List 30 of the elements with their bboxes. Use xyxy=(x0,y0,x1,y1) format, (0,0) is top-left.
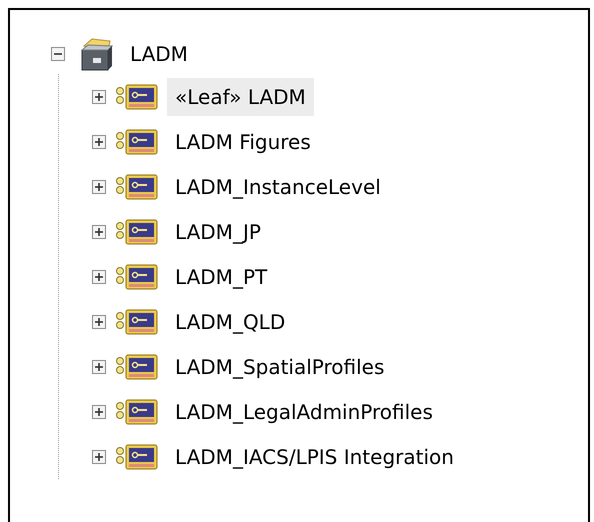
tree-item[interactable]: LADM_InstanceLevel xyxy=(167,168,389,206)
expand-icon[interactable] xyxy=(91,404,107,420)
tree-item[interactable]: «Leaf» LADM xyxy=(167,78,314,116)
package-icon xyxy=(115,262,159,290)
expand-icon[interactable] xyxy=(91,448,107,464)
expand-icon[interactable] xyxy=(91,358,107,374)
expand-icon[interactable] xyxy=(91,224,107,240)
tree-item[interactable]: LADM_JP xyxy=(167,212,269,250)
tree-item[interactable]: LADM_LegalAdminProfiles xyxy=(167,392,441,430)
tree-item[interactable]: LADM_SpatialProfiles xyxy=(167,348,392,386)
expand-icon[interactable] xyxy=(91,134,107,150)
package-icon xyxy=(115,218,159,246)
tree-item[interactable]: LADM xyxy=(126,39,192,69)
expand-icon[interactable] xyxy=(91,314,107,330)
package-icon xyxy=(115,442,159,470)
file-cabinet-icon xyxy=(78,36,114,72)
package-icon xyxy=(115,352,159,380)
expand-icon[interactable] xyxy=(91,88,107,104)
package-icon xyxy=(115,172,159,200)
tree-item[interactable]: LADM_QLD xyxy=(167,302,294,340)
collapse-icon[interactable] xyxy=(50,46,66,62)
tree-item[interactable]: LADM Figures xyxy=(167,122,319,160)
tree-item[interactable]: LADM_IACS/LPIS Integration xyxy=(167,438,462,476)
package-icon xyxy=(115,128,159,156)
tree-item[interactable]: LADM_PT xyxy=(167,258,276,296)
package-icon xyxy=(115,82,159,110)
expand-icon[interactable] xyxy=(91,178,107,194)
package-icon xyxy=(115,308,159,336)
expand-icon[interactable] xyxy=(91,268,107,284)
package-icon xyxy=(115,398,159,426)
